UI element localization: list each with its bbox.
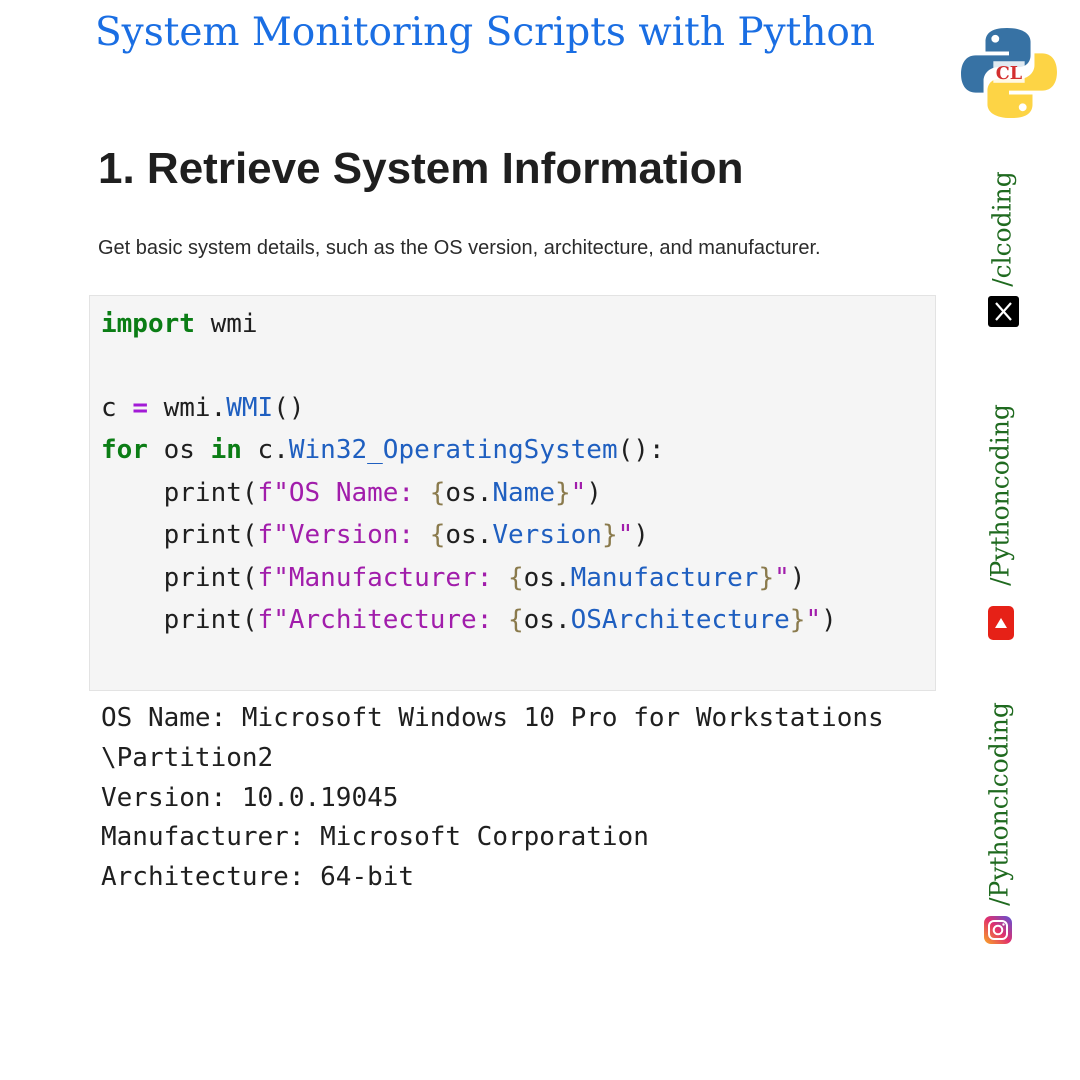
code-token: }: [601, 520, 618, 550]
youtube-icon[interactable]: [988, 606, 1014, 640]
output-line: Version: 10.0.19045: [101, 783, 399, 813]
code-token: =: [132, 393, 148, 423]
code-line: print(f"Manufacturer: {os.Manufacturer}"…: [101, 558, 806, 598]
code-token: ): [821, 605, 837, 635]
code-token: {: [429, 520, 446, 550]
code-token: ():: [617, 435, 665, 465]
code-token: ): [789, 563, 806, 593]
code-line: print(f"Architecture: {os.OSArchitecture…: [101, 600, 837, 640]
code-token: print(: [101, 478, 258, 508]
code-token: OSArchitecture: [570, 605, 790, 635]
code-token: WMI: [226, 393, 274, 423]
code-line: c = wmi.WMI(): [101, 388, 305, 428]
code-token: print(: [101, 563, 258, 593]
code-token: }: [554, 478, 571, 508]
code-token: c: [101, 393, 133, 423]
code-token: ": [617, 520, 634, 550]
code-token: os.: [445, 478, 493, 508]
instagram-icon[interactable]: [984, 916, 1012, 944]
page-title: System Monitoring Scripts with Python: [94, 10, 876, 55]
code-token: print(: [101, 605, 258, 635]
code-token: {: [508, 605, 524, 635]
code-token: f"Version:: [257, 520, 430, 550]
code-line: import wmi: [101, 304, 258, 344]
code-token: Version: [492, 520, 602, 550]
output-line: Manufacturer: Microsoft Corporation: [101, 822, 649, 852]
twitter-handle[interactable]: /clcoding: [988, 171, 1017, 287]
code-line: print(f"Version: {os.Version}"): [101, 515, 649, 555]
code-token: f"Architecture:: [257, 605, 508, 635]
code-token: c.: [241, 435, 289, 465]
code-line: for os in c.Win32_OperatingSystem():: [101, 430, 665, 470]
code-token: ): [633, 520, 649, 550]
code-token: Win32_OperatingSystem: [288, 435, 618, 465]
code-token: wmi.: [147, 393, 227, 423]
code-token: ": [570, 478, 587, 508]
youtube-handle[interactable]: /Pythoncoding: [986, 404, 1015, 586]
output-line: Architecture: 64-bit: [101, 862, 415, 892]
code-token: os.: [523, 563, 571, 593]
code-line: print(f"OS Name: {os.Name}"): [101, 473, 602, 513]
code-token: print(: [101, 520, 258, 550]
code-token: os: [147, 435, 211, 465]
code-token: os.: [523, 605, 571, 635]
code-token: ": [805, 605, 822, 635]
code-token: }: [789, 605, 806, 635]
output-line: OS Name: Microsoft Windows 10 Pro for Wo…: [101, 703, 884, 733]
code-token: in: [210, 435, 242, 465]
x-icon[interactable]: [988, 296, 1019, 327]
code-token: import: [101, 309, 195, 339]
section-description: Get basic system details, such as the OS…: [98, 237, 821, 259]
code-token: ): [586, 478, 602, 508]
code-token: Manufacturer: [570, 563, 759, 593]
logo-text: CL: [996, 63, 1022, 84]
code-token: wmi: [194, 309, 258, 339]
code-token: for: [101, 435, 148, 465]
code-block[interactable]: import wmi c = wmi.WMI() for os in c.Win32…: [89, 295, 936, 691]
output-line: \Partition2: [101, 743, 274, 773]
section-heading: 1. Retrieve System Information: [98, 144, 744, 193]
code-token: (): [273, 393, 305, 423]
code-token: Name: [492, 478, 555, 508]
instagram-handle[interactable]: /Pythonclcoding: [985, 702, 1014, 906]
code-token: f"Manufacturer:: [257, 563, 508, 593]
code-token: f"OS Name:: [257, 478, 430, 508]
code-token: {: [508, 563, 524, 593]
python-logo: CL: [961, 27, 1057, 119]
code-token: ": [774, 563, 790, 593]
code-token: {: [429, 478, 446, 508]
code-token: os.: [445, 520, 493, 550]
code-token: }: [758, 563, 775, 593]
